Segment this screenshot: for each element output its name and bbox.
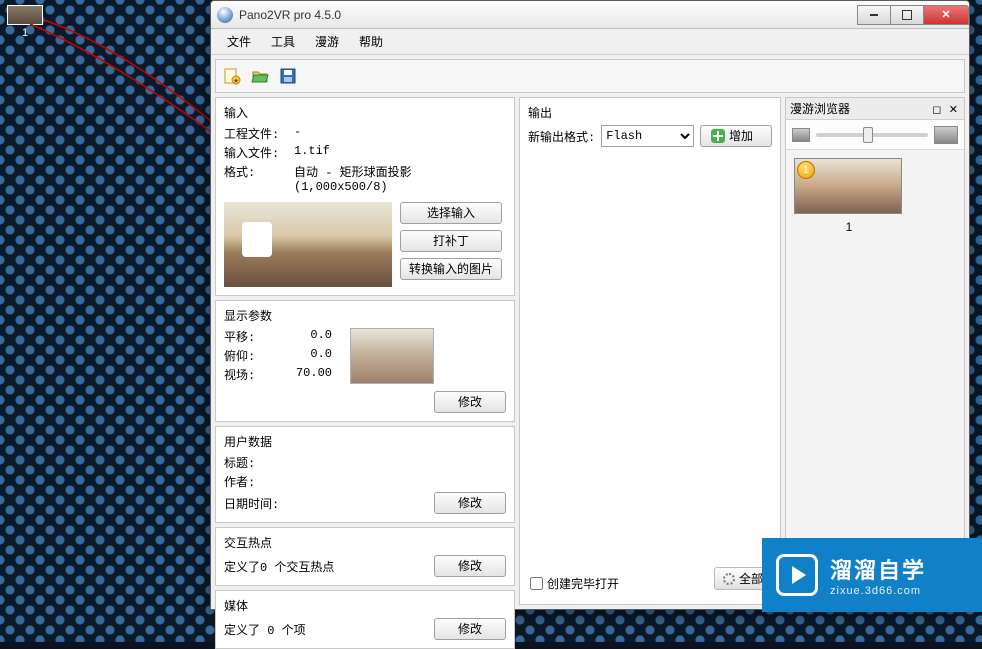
tour-browser-header[interactable]: 漫游浏览器 ◻ ✕: [786, 98, 964, 120]
play-icon: [776, 554, 818, 596]
menu-tools[interactable]: 工具: [261, 29, 305, 54]
media-group-title: 媒体: [224, 597, 506, 614]
display-preview-image[interactable]: [350, 328, 434, 384]
thumbnail-size-slider-row: [786, 120, 964, 150]
watermark-badge: 溜溜自学 zixue.3d66.com: [762, 538, 982, 612]
output-group: 输出 新输出格式: Flash 增加 创建完毕打开: [519, 97, 781, 605]
toolbar: ★: [215, 59, 965, 93]
hotspot-group: 交互热点 定义了0 个交互热点 修改: [215, 527, 515, 586]
panel-close-icon[interactable]: ✕: [947, 104, 960, 116]
open-when-done-label: 创建完毕打开: [547, 575, 619, 592]
patch-button[interactable]: 打补丁: [400, 230, 502, 252]
output-group-title: 输出: [528, 104, 772, 121]
small-thumb-icon[interactable]: [792, 128, 810, 142]
app-icon: [217, 7, 233, 23]
panel-undock-icon[interactable]: ◻: [930, 104, 943, 116]
input-group-title: 输入: [224, 104, 506, 121]
tilt-label: 俯仰:: [224, 347, 264, 364]
tour-browser-panel: 漫游浏览器 ◻ ✕ 1: [785, 97, 965, 605]
open-when-done-input[interactable]: [530, 577, 543, 590]
output-all-label: 全部: [739, 570, 763, 587]
toolbar-save-button[interactable]: [276, 64, 300, 88]
tour-thumbnail-image: 1: [794, 158, 902, 214]
input-group: 输入 工程文件: - 输入文件: 1.tif 格式: 自动 - 矩形球面投影 (…: [215, 97, 515, 296]
plus-icon: [711, 129, 725, 143]
hotspot-group-title: 交互热点: [224, 534, 506, 551]
right-column: 漫游浏览器 ◻ ✕ 1: [785, 97, 965, 605]
middle-column: 输出 新输出格式: Flash 增加 创建完毕打开: [519, 97, 781, 605]
desktop-file-thumb: [7, 5, 43, 25]
pan-label: 平移:: [224, 328, 264, 345]
input-preview-image[interactable]: [224, 202, 392, 287]
maximize-button[interactable]: [890, 5, 924, 25]
media-group: 媒体 定义了 0 个项 修改: [215, 590, 515, 649]
select-input-button[interactable]: 选择输入: [400, 202, 502, 224]
hotspot-defined-text: 定义了0 个交互热点: [224, 558, 334, 575]
fov-value: 70.00: [264, 366, 342, 383]
minimize-button[interactable]: [857, 5, 891, 25]
userdata-group: 用户数据 标题: 作者: 日期时间: 修改: [215, 426, 515, 523]
convert-input-button[interactable]: 转换输入的图片: [400, 258, 502, 280]
pan-value: 0.0: [264, 328, 342, 345]
input-file-label: 输入文件:: [224, 144, 294, 161]
gear-icon: [723, 573, 735, 585]
display-modify-button[interactable]: 修改: [434, 391, 506, 413]
toolbar-new-button[interactable]: ★: [220, 64, 244, 88]
toolbar-open-button[interactable]: [248, 64, 272, 88]
userdata-title-label: 标题:: [224, 454, 294, 471]
tour-thumbnail-caption: 1: [794, 220, 904, 234]
format-label: 格式:: [224, 163, 294, 194]
watermark-title: 溜溜自学: [830, 553, 926, 585]
svg-text:★: ★: [233, 77, 239, 85]
tour-browser-title: 漫游浏览器: [790, 100, 850, 117]
desktop-file-label: 1: [5, 27, 45, 39]
app-window: Pano2VR pro 4.5.0 文件 工具 漫游 帮助 ★ 输入 工程文件:: [210, 0, 970, 610]
add-button-label: 增加: [729, 126, 753, 146]
left-column: 输入 工程文件: - 输入文件: 1.tif 格式: 自动 - 矩形球面投影 (…: [215, 97, 515, 605]
format-value: 自动 - 矩形球面投影 (1,000x500/8): [294, 163, 506, 194]
tilt-value: 0.0: [264, 347, 342, 364]
thumbnail-list[interactable]: 1 1: [786, 150, 964, 604]
menu-tour[interactable]: 漫游: [305, 29, 349, 54]
close-button[interactable]: [923, 5, 969, 25]
hotspot-modify-button[interactable]: 修改: [434, 555, 506, 577]
window-controls: [858, 5, 969, 25]
input-file-value: 1.tif: [294, 144, 506, 161]
display-params-group: 显示参数 平移:0.0 俯仰:0.0 视场:70.00 修改: [215, 300, 515, 422]
userdata-group-title: 用户数据: [224, 433, 506, 450]
userdata-datetime-label: 日期时间:: [224, 495, 294, 512]
userdata-author-label: 作者:: [224, 473, 294, 490]
large-thumb-icon[interactable]: [934, 126, 958, 144]
content-area: 输入 工程文件: - 输入文件: 1.tif 格式: 自动 - 矩形球面投影 (…: [211, 97, 969, 609]
output-format-select[interactable]: Flash: [601, 125, 694, 147]
project-file-value: -: [294, 125, 506, 142]
project-file-label: 工程文件:: [224, 125, 294, 142]
watermark-url: zixue.3d66.com: [830, 585, 926, 597]
menu-file[interactable]: 文件: [217, 29, 261, 54]
userdata-modify-button[interactable]: 修改: [434, 492, 506, 514]
fov-label: 视场:: [224, 366, 264, 383]
media-modify-button[interactable]: 修改: [434, 618, 506, 640]
new-output-format-label: 新输出格式:: [528, 128, 595, 145]
tour-thumbnail-item[interactable]: 1 1: [794, 158, 904, 234]
desktop-file-icon[interactable]: 1: [5, 5, 45, 45]
menubar: 文件 工具 漫游 帮助: [211, 29, 969, 55]
add-output-button[interactable]: 增加: [700, 125, 772, 147]
media-defined-text: 定义了 0 个项: [224, 621, 306, 638]
titlebar[interactable]: Pano2VR pro 4.5.0: [211, 1, 969, 29]
open-when-done-checkbox[interactable]: 创建完毕打开: [528, 569, 621, 598]
display-group-title: 显示参数: [224, 307, 506, 324]
tour-thumbnail-badge: 1: [797, 161, 815, 179]
window-title: Pano2VR pro 4.5.0: [239, 8, 858, 22]
slider-thumb[interactable]: [863, 127, 873, 143]
thumb-size-slider[interactable]: [816, 133, 928, 137]
menu-help[interactable]: 帮助: [349, 29, 393, 54]
